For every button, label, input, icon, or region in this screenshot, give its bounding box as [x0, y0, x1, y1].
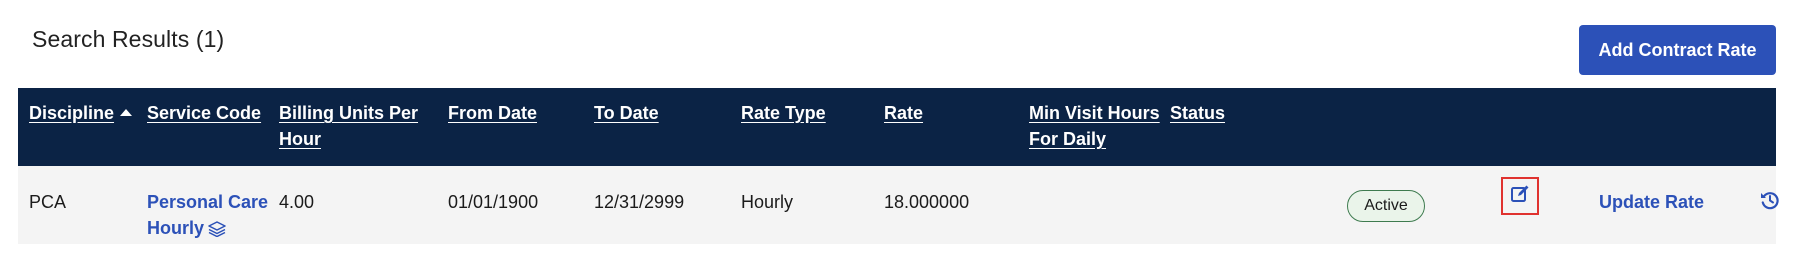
header-min-visit-hours[interactable]: Min Visit Hours For Daily: [1029, 100, 1160, 152]
status-badge: Active: [1347, 190, 1425, 222]
header-from-date[interactable]: From Date: [448, 100, 537, 126]
header-discipline-label: Discipline: [29, 103, 115, 123]
update-rate-link[interactable]: Update Rate: [1599, 189, 1704, 215]
header-service-code[interactable]: Service Code: [147, 100, 261, 126]
header-billing-units-line2: Hour: [279, 129, 321, 149]
contract-rates-table: Discipline Service Code Billing Units Pe…: [18, 88, 1779, 244]
cell-discipline: PCA: [29, 192, 67, 212]
table-row: PCA Personal Care Hourly 4.00 01/01/1900…: [18, 166, 1779, 244]
cell-rate-type: Hourly: [741, 192, 794, 212]
header-status[interactable]: Status: [1170, 100, 1225, 126]
service-code-line1: Personal Care: [147, 192, 269, 212]
sort-ascending-icon: [120, 109, 133, 116]
history-icon[interactable]: [1760, 190, 1780, 215]
service-code-link[interactable]: Personal Care Hourly: [147, 189, 268, 244]
results-title: Search Results (1): [32, 26, 225, 52]
edit-button[interactable]: [1501, 177, 1539, 215]
cell-from-date: 01/01/1900: [448, 192, 539, 212]
cell-billing-units: 4.00: [279, 192, 315, 212]
header-discipline[interactable]: Discipline: [29, 100, 133, 126]
cell-rate: 18.000000: [884, 192, 970, 212]
table-header-row: Discipline Service Code Billing Units Pe…: [18, 88, 1776, 166]
service-code-line2: Hourly: [147, 218, 205, 238]
header-rate-type[interactable]: Rate Type: [741, 100, 826, 126]
add-contract-rate-button[interactable]: Add Contract Rate: [1579, 25, 1776, 75]
edit-icon: [1510, 184, 1530, 209]
header-billing-units[interactable]: Billing Units Per Hour: [279, 100, 418, 152]
header-min-visit-line1: Min Visit Hours: [1029, 103, 1160, 123]
cell-to-date: 12/31/2999: [594, 192, 685, 212]
header-min-visit-line2: For Daily: [1029, 129, 1107, 149]
header-rate[interactable]: Rate: [884, 100, 923, 126]
header-billing-units-line1: Billing Units Per: [279, 103, 419, 123]
header-to-date[interactable]: To Date: [594, 100, 659, 126]
layers-icon: [208, 218, 226, 244]
